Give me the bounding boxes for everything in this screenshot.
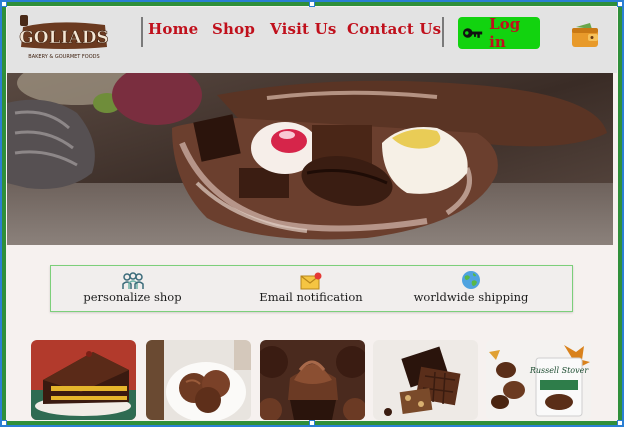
login-button[interactable]: Log in [458, 15, 540, 51]
feature-worldwide-shipping[interactable]: worldwide shipping [411, 268, 531, 304]
people-icon [121, 272, 144, 289]
logo-tagline: BAKERY & GOURMET FOODS [28, 54, 99, 60]
site-header: GOLIADS BAKERY & GOURMET FOODS Home Shop… [7, 7, 617, 73]
ice-cream-image [146, 340, 251, 420]
globe-icon [462, 271, 480, 289]
feature-email-notification[interactable]: Email notification [256, 268, 366, 304]
product-card-cake[interactable] [31, 340, 136, 420]
feature-bar: personalize shop Email notification worl… [50, 265, 573, 312]
login-label: Log in [489, 15, 521, 51]
hero-image [7, 73, 613, 245]
nav-shop[interactable]: Shop [212, 20, 255, 38]
feature-label: personalize shop [83, 290, 182, 304]
resize-handle[interactable] [617, 1, 623, 7]
product-card-cupcakes[interactable] [260, 340, 365, 420]
logo-image: GOLIADS BAKERY & GOURMET FOODS [19, 15, 109, 60]
cake-image [31, 340, 136, 420]
logo-text: GOLIADS [19, 28, 108, 48]
candy-box-image: Russell Stover [486, 340, 591, 420]
candy-box-brand: Russell Stover [529, 366, 590, 375]
product-gallery: Russell Stover [31, 340, 596, 420]
feature-label: Email notification [259, 290, 363, 304]
wallet-button[interactable] [570, 21, 600, 49]
brand-logo[interactable]: GOLIADS BAKERY & GOURMET FOODS [17, 13, 112, 65]
resize-handle[interactable] [309, 420, 315, 426]
chocolate-bar-image [373, 340, 478, 420]
resize-handle[interactable] [617, 420, 623, 426]
product-card-chocolate-bar[interactable] [373, 340, 478, 420]
product-card-ice-cream[interactable] [146, 340, 251, 420]
nav-visit-us[interactable]: Visit Us [270, 20, 337, 38]
envelope-icon [300, 272, 322, 290]
nav-divider [442, 17, 444, 47]
nav-contact-us[interactable]: Contact Us [347, 20, 441, 38]
wallet-icon [572, 23, 598, 47]
key-icon [462, 28, 483, 38]
nav-home[interactable]: Home [148, 20, 198, 38]
product-card-russell-stover[interactable]: Russell Stover [486, 340, 591, 420]
nav-divider [141, 17, 143, 47]
feature-label: worldwide shipping [413, 290, 529, 304]
resize-handle[interactable] [1, 420, 7, 426]
feature-personalize-shop[interactable]: personalize shop [80, 268, 185, 304]
cupcake-image [260, 340, 365, 420]
